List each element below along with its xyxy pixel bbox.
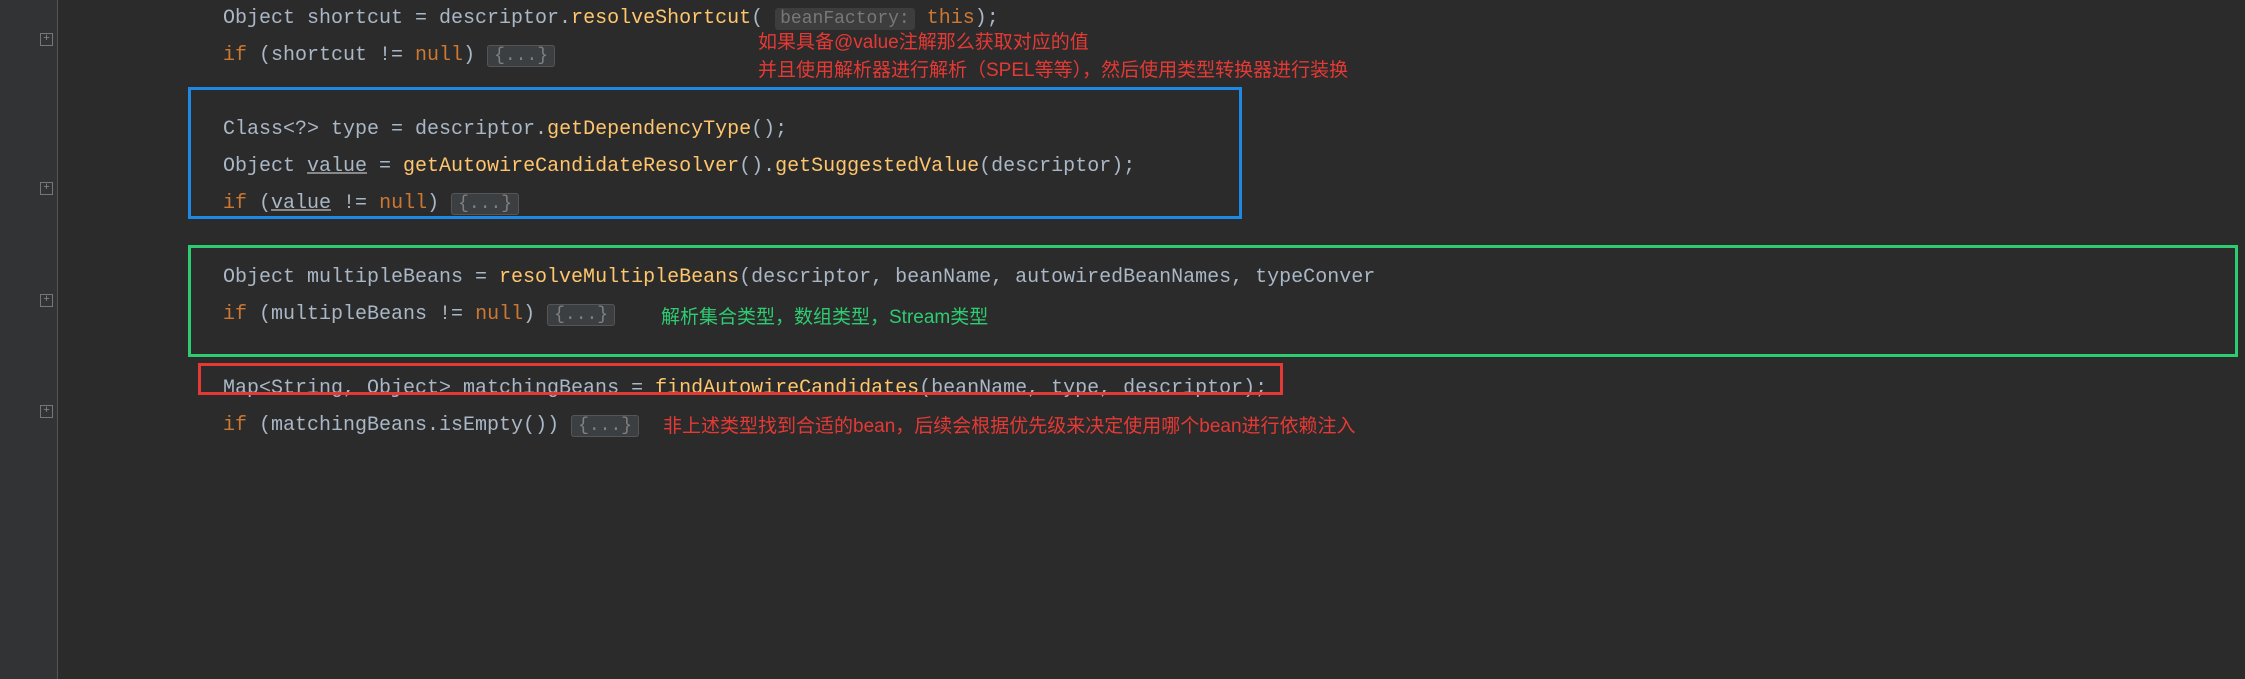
code-line[interactable]: if (value != null) {...} [58,185,2245,222]
variable: value [307,155,367,178]
keyword: if [223,303,247,326]
code-text: (matchingBeans.isEmpty()) [247,414,571,437]
code-text: Map<String, Object> matchingBeans = [223,377,655,400]
code-text: Class<?> type = descriptor. [223,118,547,141]
fold-marker[interactable] [40,33,53,46]
code-text: (); [751,118,787,141]
code-text: Object multipleBeans = [223,266,499,289]
keyword: if [223,192,247,215]
annotation-text: 解析集合类型，数组类型，Stream类型 [661,299,988,336]
fold-marker[interactable] [40,294,53,307]
code-text: ) [523,303,547,326]
code-text: ( [247,192,271,215]
code-line[interactable]: Class<?> type = descriptor.getDependency… [58,111,2245,148]
code-line[interactable]: Object multipleBeans = resolveMultipleBe… [58,259,2245,296]
code-editor: Object shortcut = descriptor.resolveShor… [0,0,2245,679]
code-line[interactable] [58,333,2245,370]
method-call: getAutowireCandidateResolver [403,155,739,178]
keyword: null [475,303,523,326]
method-call: resolveMultipleBeans [499,266,739,289]
keyword: null [379,192,427,215]
keyword: null [415,44,463,67]
keyword: if [223,44,247,67]
code-content[interactable]: Object shortcut = descriptor.resolveShor… [58,0,2245,679]
variable: value [271,192,331,215]
code-line[interactable]: Object shortcut = descriptor.resolveShor… [58,0,2245,37]
code-text: (beanName, type, descriptor); [919,377,1267,400]
code-line[interactable]: Object value = getAutowireCandidateResol… [58,148,2245,185]
code-text: (shortcut != [247,44,415,67]
code-fold[interactable]: {...} [571,415,639,437]
fold-marker[interactable] [40,405,53,418]
code-text: (). [739,155,775,178]
code-fold[interactable]: {...} [451,193,519,215]
keyword: if [223,414,247,437]
annotation-text: 非上述类型找到合适的bean，后续会根据优先级来决定使用哪个bean进行依赖注入 [663,408,1356,445]
code-fold[interactable]: {...} [547,304,615,326]
code-line[interactable]: Map<String, Object> matchingBeans = find… [58,370,2245,407]
code-text: = [367,155,403,178]
code-text: ) [427,192,451,215]
code-text: Object [223,155,307,178]
editor-gutter [0,0,58,679]
code-text: (descriptor); [979,155,1135,178]
annotation-text: 并且使用解析器进行解析（SPEL等等），然后使用类型转换器进行装换 [758,52,1348,89]
fold-marker[interactable] [40,182,53,195]
method-call: findAutowireCandidates [655,377,919,400]
code-text: Object shortcut = descriptor. [223,7,571,30]
method-call: resolveShortcut [571,7,751,30]
code-fold[interactable]: {...} [487,45,555,67]
code-text: != [331,192,379,215]
method-call: getSuggestedValue [775,155,979,178]
code-line[interactable] [58,222,2245,259]
code-text: (multipleBeans != [247,303,475,326]
method-call: getDependencyType [547,118,751,141]
code-text: (descriptor, beanName, autowiredBeanName… [739,266,1375,289]
code-text: ) [463,44,487,67]
code-line[interactable]: if (multipleBeans != null) {...} [58,296,2245,333]
